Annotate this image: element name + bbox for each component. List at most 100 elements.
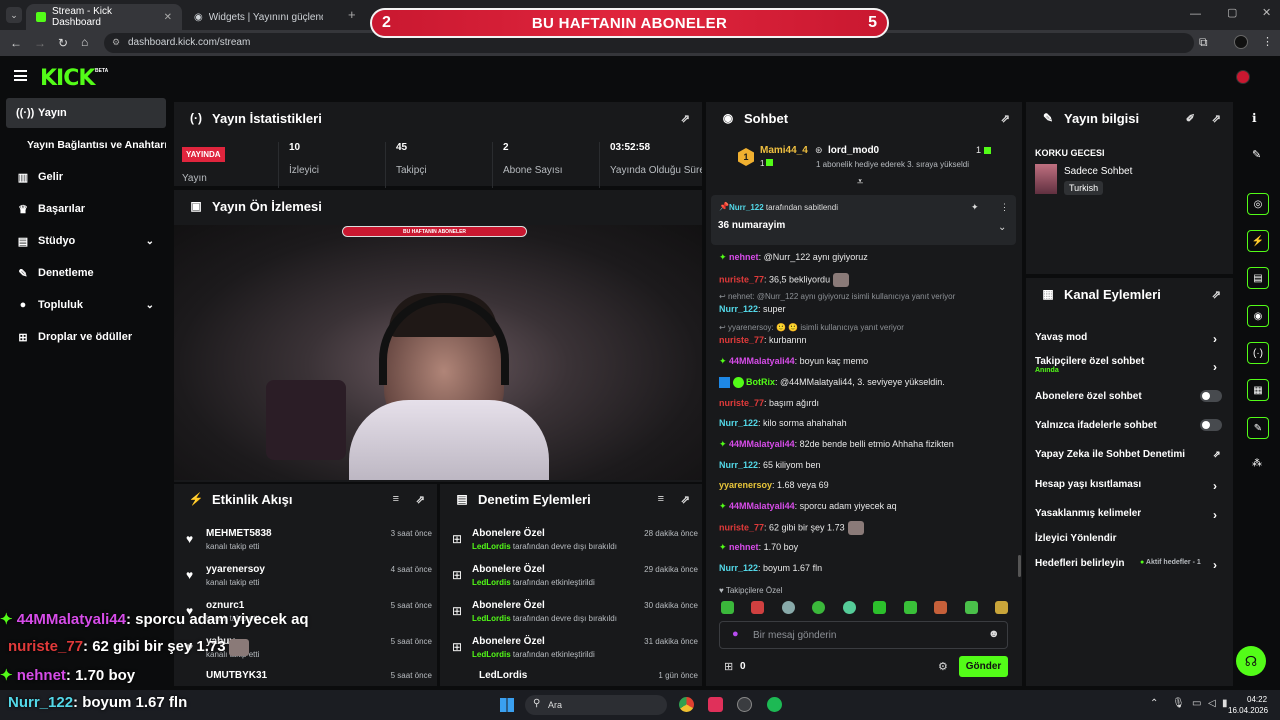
- chat-message[interactable]: nuriste_77: başım ağırdı: [719, 398, 819, 408]
- tab-widgets[interactable]: ◉ Widgets | Yayınını güçlendirme: [184, 4, 342, 30]
- video-player[interactable]: BU HAFTANIN ABONELER: [174, 225, 702, 480]
- edit-icon[interactable]: ✐: [1186, 112, 1195, 125]
- chat-message[interactable]: ✦ 44MMalatyali44: 82de bende belli etmio…: [719, 439, 954, 450]
- popout-icon[interactable]: ⇗: [416, 493, 425, 506]
- pencil-icon[interactable]: ✎: [1252, 148, 1261, 161]
- clock-date[interactable]: 16.04.2026: [1228, 706, 1268, 715]
- chat-message[interactable]: nuriste_77: kurbannn: [719, 335, 807, 345]
- action-account-age[interactable]: Hesap yaşı kısıtlaması ›: [1035, 479, 1217, 493]
- reload-icon[interactable]: ↻: [58, 36, 68, 50]
- emote-icon[interactable]: [781, 601, 795, 614]
- site-info-icon[interactable]: ⚙: [112, 37, 120, 48]
- rail-channel-icon[interactable]: ▦: [1247, 379, 1269, 401]
- rail-chat-icon[interactable]: ◉: [1247, 305, 1269, 327]
- chat-user[interactable]: nuriste_77: [719, 335, 764, 345]
- emote-icon[interactable]: [964, 601, 978, 614]
- emote-icon[interactable]: [934, 601, 948, 614]
- microphone-icon[interactable]: ●: [732, 628, 739, 640]
- chat-message[interactable]: yyarenersoy: 1.68 veya 69: [719, 480, 829, 490]
- action-emote-only[interactable]: Yalnızca ifadelerle sohbet: [1035, 420, 1157, 431]
- new-tab-button[interactable]: +: [348, 7, 356, 22]
- chat-scrollbar[interactable]: [1018, 555, 1021, 577]
- volume-icon[interactable]: ◁: [1208, 698, 1216, 709]
- chat-user[interactable]: 44MMalatyali44: [729, 356, 795, 366]
- chat-user[interactable]: Nurr_122: [719, 563, 758, 573]
- popout-icon[interactable]: ⇗: [1212, 112, 1221, 125]
- kick-logo[interactable]: KICK: [40, 66, 95, 91]
- rail-document-icon[interactable]: ▤: [1247, 267, 1269, 289]
- popout-icon[interactable]: ⇗: [681, 112, 690, 125]
- rail-camera-icon[interactable]: ◎: [1247, 193, 1269, 215]
- chat-user[interactable]: nuriste_77: [719, 398, 764, 408]
- action-ai-moderation[interactable]: Yapay Zeka ile Sohbet Denetimi ⇗: [1035, 449, 1221, 460]
- action-goals[interactable]: Hedefleri belirleyin ● Aktif hedefler - …: [1035, 558, 1217, 572]
- user-avatar[interactable]: [1236, 70, 1250, 84]
- network-icon[interactable]: ▭: [1192, 698, 1201, 709]
- gift-top-user[interactable]: Mami44_4: [760, 145, 808, 156]
- chat-message[interactable]: Nurr_122: super: [719, 304, 786, 314]
- unpin-icon[interactable]: ✦: [971, 202, 979, 213]
- list-item[interactable]: ♥ MEHMET5838 kanalı takip etti 3 saat ön…: [182, 526, 432, 560]
- action-slow-mode[interactable]: Yavaş mod ›: [1035, 332, 1217, 346]
- list-item[interactable]: UMUTBYK31 5 saat önce: [182, 668, 432, 686]
- sidebar-item-topluluk[interactable]: ● Topluluk ⌄: [6, 290, 166, 320]
- sidebar-item-denetleme[interactable]: ✎ Denetleme: [6, 258, 166, 288]
- subscribers-only-toggle[interactable]: [1200, 390, 1222, 402]
- sidebar-item-droplar[interactable]: ⊞ Droplar ve ödüller: [6, 322, 166, 352]
- emote-only-toggle[interactable]: [1200, 419, 1222, 431]
- minimize-button[interactable]: —: [1190, 8, 1201, 20]
- emote-icon[interactable]: [812, 601, 826, 614]
- sidebar-item-yayin[interactable]: ((·)) Yayın: [6, 98, 166, 128]
- tab-menu-button[interactable]: ⌄: [6, 7, 22, 23]
- list-item[interactable]: ⊞ Abonelere Özel LedLordis tarafından de…: [448, 598, 698, 632]
- obs-icon[interactable]: [737, 697, 752, 712]
- chat-user[interactable]: 44MMalatyali44: [729, 439, 795, 449]
- chat-message[interactable]: ✦ nehnet: 1.70 boy: [719, 542, 798, 553]
- chat-message[interactable]: ✦ nehnet: @Nurr_122 aynı giyiyoruz: [719, 252, 868, 263]
- action-subscribers-only[interactable]: Abonelere özel sohbet: [1035, 391, 1142, 402]
- stream-category[interactable]: Sadece Sohbet: [1064, 166, 1132, 177]
- browser-menu-icon[interactable]: ⋮: [1262, 35, 1273, 48]
- chat-user[interactable]: nehnet: [729, 252, 759, 262]
- chat-user[interactable]: nuriste_77: [719, 274, 764, 284]
- microphone-icon[interactable]: 🎙: [1172, 698, 1185, 709]
- chat-user[interactable]: 44MMalatyali44: [729, 501, 795, 511]
- chat-settings-icon[interactable]: ⚙: [938, 660, 948, 673]
- tab-kick-dashboard[interactable]: Stream - Kick Dashboard ✕: [26, 4, 182, 30]
- chat-message[interactable]: Nurr_122: boyum 1.67 fln: [719, 563, 822, 573]
- tiktok-icon[interactable]: [708, 697, 723, 712]
- points-icon[interactable]: ⊞: [724, 660, 733, 673]
- filter-icon[interactable]: ≡: [393, 493, 399, 505]
- chat-message[interactable]: BotRix: @44MMalatyali44, 3. seviyeye yük…: [719, 377, 945, 389]
- list-item[interactable]: ♥ yyarenersoy kanalı takip etti 4 saat ö…: [182, 562, 432, 596]
- chrome-icon[interactable]: [679, 697, 694, 712]
- clock-time[interactable]: 04:22: [1247, 695, 1267, 704]
- rail-broadcast-icon[interactable]: (·): [1247, 342, 1269, 364]
- chat-message[interactable]: nuriste_77: 62 gibi bir şey 1.73: [719, 521, 864, 535]
- forward-icon[interactable]: →: [34, 36, 46, 50]
- tray-chevron-icon[interactable]: ⌃: [1150, 698, 1158, 709]
- home-icon[interactable]: ⌂: [81, 35, 88, 49]
- emote-icon[interactable]: [994, 601, 1008, 614]
- filter-icon[interactable]: ≡: [658, 493, 664, 505]
- popout-icon[interactable]: ⇗: [681, 493, 690, 506]
- battery-icon[interactable]: ▮: [1222, 698, 1228, 709]
- emote-icon[interactable]: [903, 601, 917, 614]
- chat-input[interactable]: ● Bir mesaj gönderin ☻: [719, 621, 1008, 649]
- emoji-icon[interactable]: ☻: [988, 628, 1000, 640]
- sidebar-item-stream-key[interactable]: Yayın Bağlantısı ve Anahtarı: [6, 130, 166, 160]
- list-item[interactable]: ⊞ Abonelere Özel LedLordis tarafından de…: [448, 526, 698, 560]
- chat-user[interactable]: Nurr_122: [719, 418, 758, 428]
- chat-user[interactable]: Nurr_122: [719, 304, 758, 314]
- list-item[interactable]: ⊞ Abonelere Özel LedLordis tarafından et…: [448, 562, 698, 596]
- chat-user[interactable]: yyarenersoy: [719, 480, 772, 490]
- emote-icon[interactable]: [721, 601, 734, 614]
- rail-lightning-icon[interactable]: ⚡: [1247, 230, 1269, 252]
- profile-avatar[interactable]: [1234, 35, 1248, 49]
- action-raid[interactable]: İzleyici Yönlendir: [1035, 533, 1117, 544]
- action-followers-only[interactable]: Takipçilere özel sohbet › Anında: [1035, 356, 1217, 374]
- taskbar-search[interactable]: ⚲ Ara: [525, 695, 667, 715]
- chat-user[interactable]: nuriste_77: [719, 522, 764, 532]
- emote-icon[interactable]: [873, 601, 887, 614]
- sidebar-item-studyo[interactable]: ▤ Stüdyo ⌄: [6, 226, 166, 256]
